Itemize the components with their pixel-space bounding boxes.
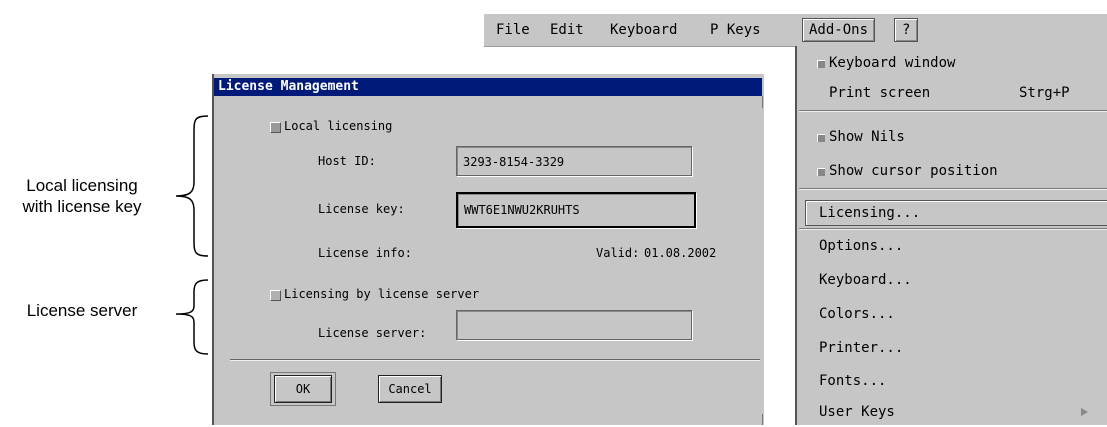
- menu-item-label: Printer...: [819, 340, 904, 356]
- menu-item-label: User Keys: [819, 404, 895, 420]
- menu-item-keyboard[interactable]: Keyboard...: [797, 265, 1107, 295]
- brace-server: [175, 279, 209, 355]
- checkmark-icon: [817, 168, 825, 176]
- menu-help[interactable]: ?: [894, 18, 919, 42]
- menu-item-user-keys[interactable]: User Keys: [797, 397, 1107, 427]
- dialog-separator: [230, 359, 760, 361]
- annotation-line: with license key: [22, 197, 142, 216]
- license-info-label: License info:: [318, 246, 412, 260]
- menu-item-licensing[interactable]: Licensing...: [797, 198, 1107, 228]
- menu-item-label: Keyboard...: [819, 272, 912, 288]
- annotation-braces: [175, 115, 209, 355]
- menu-item-options[interactable]: Options...: [797, 231, 1107, 261]
- checkmark-icon: [817, 134, 825, 142]
- server-licensing-checkbox[interactable]: [270, 290, 281, 301]
- valid-date: 01.08.2002: [644, 246, 717, 260]
- menu-item-print-screen[interactable]: Print screen Strg+P: [797, 78, 1107, 108]
- menu-edit[interactable]: Edit: [550, 14, 584, 46]
- menu-bar: File Edit Keyboard P Keys Add-Ons ?: [484, 14, 1107, 47]
- annotation-line: Local licensing: [26, 176, 138, 195]
- valid-label: Valid:: [596, 246, 640, 260]
- license-management-dialog: License Management Local licensing Host …: [212, 74, 764, 425]
- dialog-edge-mark: [762, 96, 763, 108]
- license-key-label: License key:: [318, 202, 405, 216]
- menu-item-label: Show Nils: [829, 129, 905, 145]
- menu-file[interactable]: File: [496, 14, 530, 46]
- menu-item-printer[interactable]: Printer...: [797, 333, 1107, 363]
- menu-item-show-nils[interactable]: Show Nils: [797, 122, 1107, 152]
- dialog-title: License Management: [214, 78, 762, 96]
- annotation-license-server: License server: [26, 301, 138, 320]
- menu-separator: [799, 228, 1107, 230]
- license-server-label: License server:: [318, 326, 427, 340]
- menu-item-label: Options...: [819, 238, 904, 254]
- menu-item-label: Licensing...: [819, 205, 921, 221]
- menu-separator: [799, 110, 1107, 112]
- brace-local: [175, 115, 209, 257]
- local-licensing-checkbox[interactable]: [270, 122, 281, 133]
- menu-p-keys[interactable]: P Keys: [710, 14, 761, 46]
- menu-item-shortcut: Strg+P: [1019, 85, 1070, 101]
- menu-item-label: Fonts...: [819, 373, 887, 389]
- submenu-arrow-icon: [1081, 408, 1088, 416]
- cancel-button[interactable]: Cancel: [378, 375, 442, 403]
- menu-separator: [799, 188, 1107, 190]
- host-id-field[interactable]: 3293-8154-3329: [456, 146, 692, 176]
- menu-item-label: Keyboard window: [829, 55, 956, 71]
- menu-item-label: Show cursor position: [829, 163, 998, 179]
- ok-button[interactable]: OK: [274, 375, 332, 403]
- menu-item-label: Colors...: [819, 306, 895, 322]
- checkmark-icon: [817, 60, 825, 68]
- menu-item-fonts[interactable]: Fonts...: [797, 366, 1107, 396]
- menu-item-colors[interactable]: Colors...: [797, 299, 1107, 329]
- menu-item-show-cursor-position[interactable]: Show cursor position: [797, 156, 1107, 186]
- dialog-edge-mark: [762, 414, 763, 425]
- host-id-label: Host ID:: [318, 154, 376, 168]
- menu-item-label: Print screen: [829, 85, 931, 101]
- annotation-local-licensing: Local licensing with license key: [0, 175, 164, 217]
- menu-item-keyboard-window[interactable]: Keyboard window: [797, 48, 1107, 78]
- license-server-field[interactable]: [456, 310, 692, 340]
- menu-keyboard[interactable]: Keyboard: [610, 14, 677, 46]
- server-licensing-label: Licensing by license server: [284, 287, 480, 301]
- menu-add-ons[interactable]: Add-Ons: [802, 18, 876, 42]
- license-key-field[interactable]: WWT6E1NWU2KRUHTS: [456, 192, 696, 228]
- add-ons-dropdown: Keyboard window Print screen Strg+P Show…: [795, 46, 1107, 425]
- local-licensing-label: Local licensing: [284, 119, 393, 133]
